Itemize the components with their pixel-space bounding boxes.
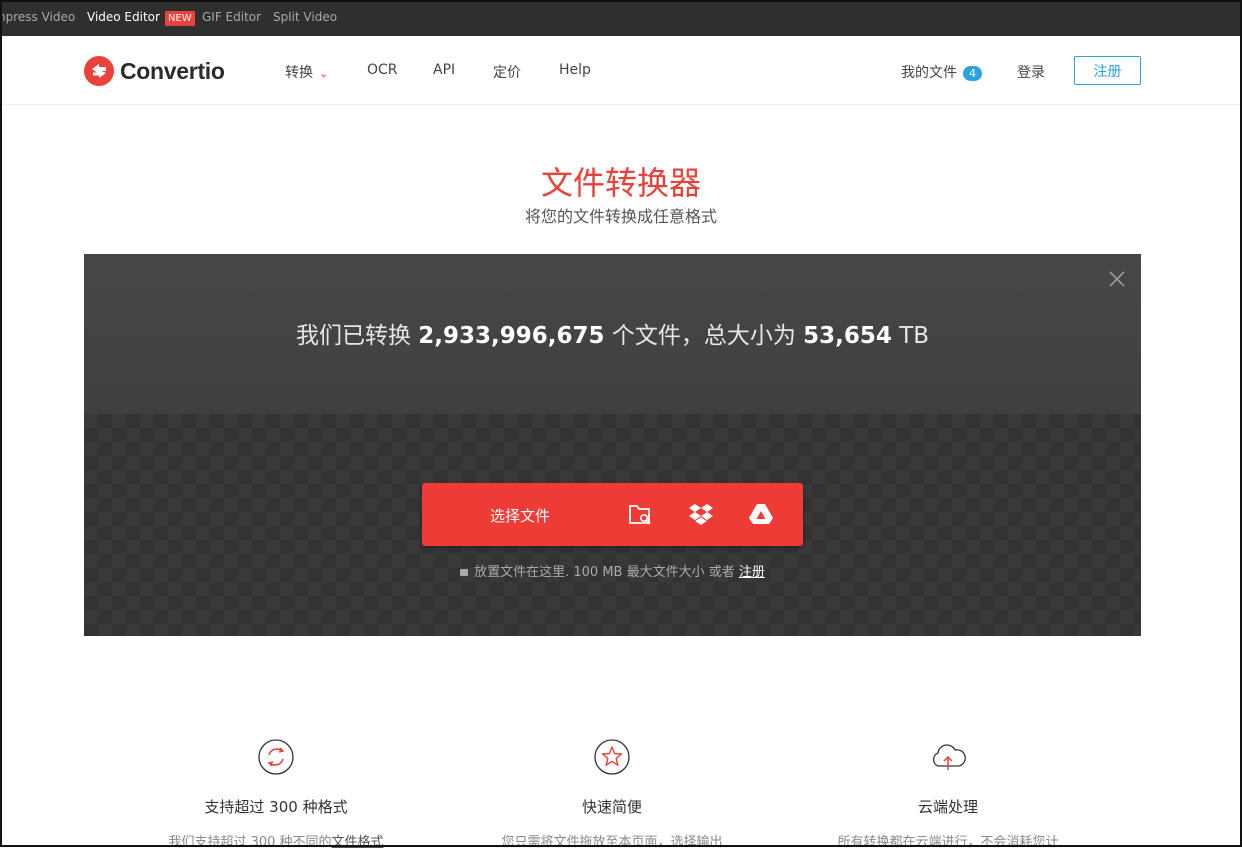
refresh-icon [258, 739, 294, 775]
cloud-upload-icon [932, 744, 966, 770]
feature-title: 云端处理 [917, 798, 978, 816]
topbar-item-video-editor[interactable]: Video Editor NEW [87, 10, 195, 26]
nav-pricing[interactable]: 定价 [493, 62, 521, 82]
choose-files-label: 选择文件 [490, 507, 551, 525]
topbar-item-label: Video Editor [87, 10, 160, 24]
topbar-item-compress-video[interactable]: npress Video [0, 10, 75, 24]
convertio-logo-icon [84, 56, 114, 86]
choose-files-button[interactable]: 选择文件 [422, 483, 803, 546]
lock-icon [460, 569, 469, 576]
feature-desc: 所有转换都在云端进行，不会消耗您计 [837, 835, 1059, 850]
new-badge: NEW [164, 11, 195, 26]
file-formats-link[interactable]: 文件格式 [332, 835, 384, 850]
close-icon[interactable] [1108, 270, 1126, 288]
folder-search-icon[interactable] [628, 502, 654, 526]
stats-middle: 个文件，总大小为 [611, 323, 796, 349]
nav-convert[interactable]: 转换 ⌄ [285, 62, 328, 82]
top-product-bar: npress Video Video Editor NEW GIF Editor … [0, 0, 1242, 36]
feature-formats: 支持超过 300 种格式 我们支持超过 300 种不同的文件格式 [106, 738, 446, 850]
nav-api[interactable]: API [433, 62, 455, 78]
feature-title: 快速简便 [581, 798, 642, 816]
feature-fast-easy: 快速简便 您只需将文件拖放至本页面，选择输出 [442, 738, 782, 850]
feature-desc-text: 我们支持超过 300 种不同的 [168, 835, 332, 850]
drop-hint-signup-link[interactable]: 注册 [739, 565, 765, 580]
dropbox-icon[interactable] [688, 502, 714, 526]
files-count-badge: 4 [963, 66, 982, 81]
stats-prefix: 我们已转换 [295, 323, 411, 349]
site-header: Convertio 转换 ⌄ OCR API 定价 Help 我的文件 4 登录 注… [0, 36, 1242, 105]
google-drive-icon[interactable] [748, 502, 774, 526]
signup-button[interactable]: 注册 [1074, 56, 1141, 85]
converter-dropzone[interactable]: 我们已转换 2,933,996,675 个文件，总大小为 53,654 TB 选… [84, 254, 1141, 636]
feature-cloud: 云端处理 所有转换都在云端进行，不会消耗您计 [778, 738, 1118, 850]
feature-title: 支持超过 300 种格式 [204, 798, 348, 816]
logo-text: Convertio [120, 57, 225, 84]
signup-label: 注册 [1093, 63, 1122, 80]
topbar-item-split-video[interactable]: Split Video [273, 10, 337, 24]
conversion-stats: 我们已转换 2,933,996,675 个文件，总大小为 53,654 TB [84, 316, 1141, 350]
login-link[interactable]: 登录 [1017, 62, 1045, 82]
logo[interactable]: Convertio [84, 56, 225, 86]
page-subtitle: 将您的文件转换成任意格式 [524, 207, 717, 226]
star-icon [594, 739, 630, 775]
topbar-item-gif-editor[interactable]: GIF Editor [202, 10, 261, 24]
my-files-link[interactable]: 我的文件 4 [901, 62, 982, 82]
nav-convert-label: 转换 [285, 65, 313, 81]
feature-desc: 我们支持超过 300 种不同的文件格式 [106, 831, 446, 850]
drop-hint: 放置文件在这里. 100 MB 最大文件大小 或者 注册 [84, 561, 1141, 580]
nav-help[interactable]: Help [559, 62, 591, 78]
total-size-value: 53,654 [803, 323, 892, 349]
size-unit: TB [899, 323, 930, 349]
my-files-label: 我的文件 [901, 65, 957, 81]
files-converted-count: 2,933,996,675 [418, 323, 605, 349]
page-title: 文件转换器 [540, 164, 701, 202]
nav-ocr[interactable]: OCR [367, 62, 398, 78]
chevron-down-icon: ⌄ [319, 67, 329, 80]
feature-desc: 您只需将文件拖放至本页面，选择输出 [501, 835, 723, 850]
drop-hint-text: 放置文件在这里. 100 MB 最大文件大小 或者 [474, 565, 735, 580]
